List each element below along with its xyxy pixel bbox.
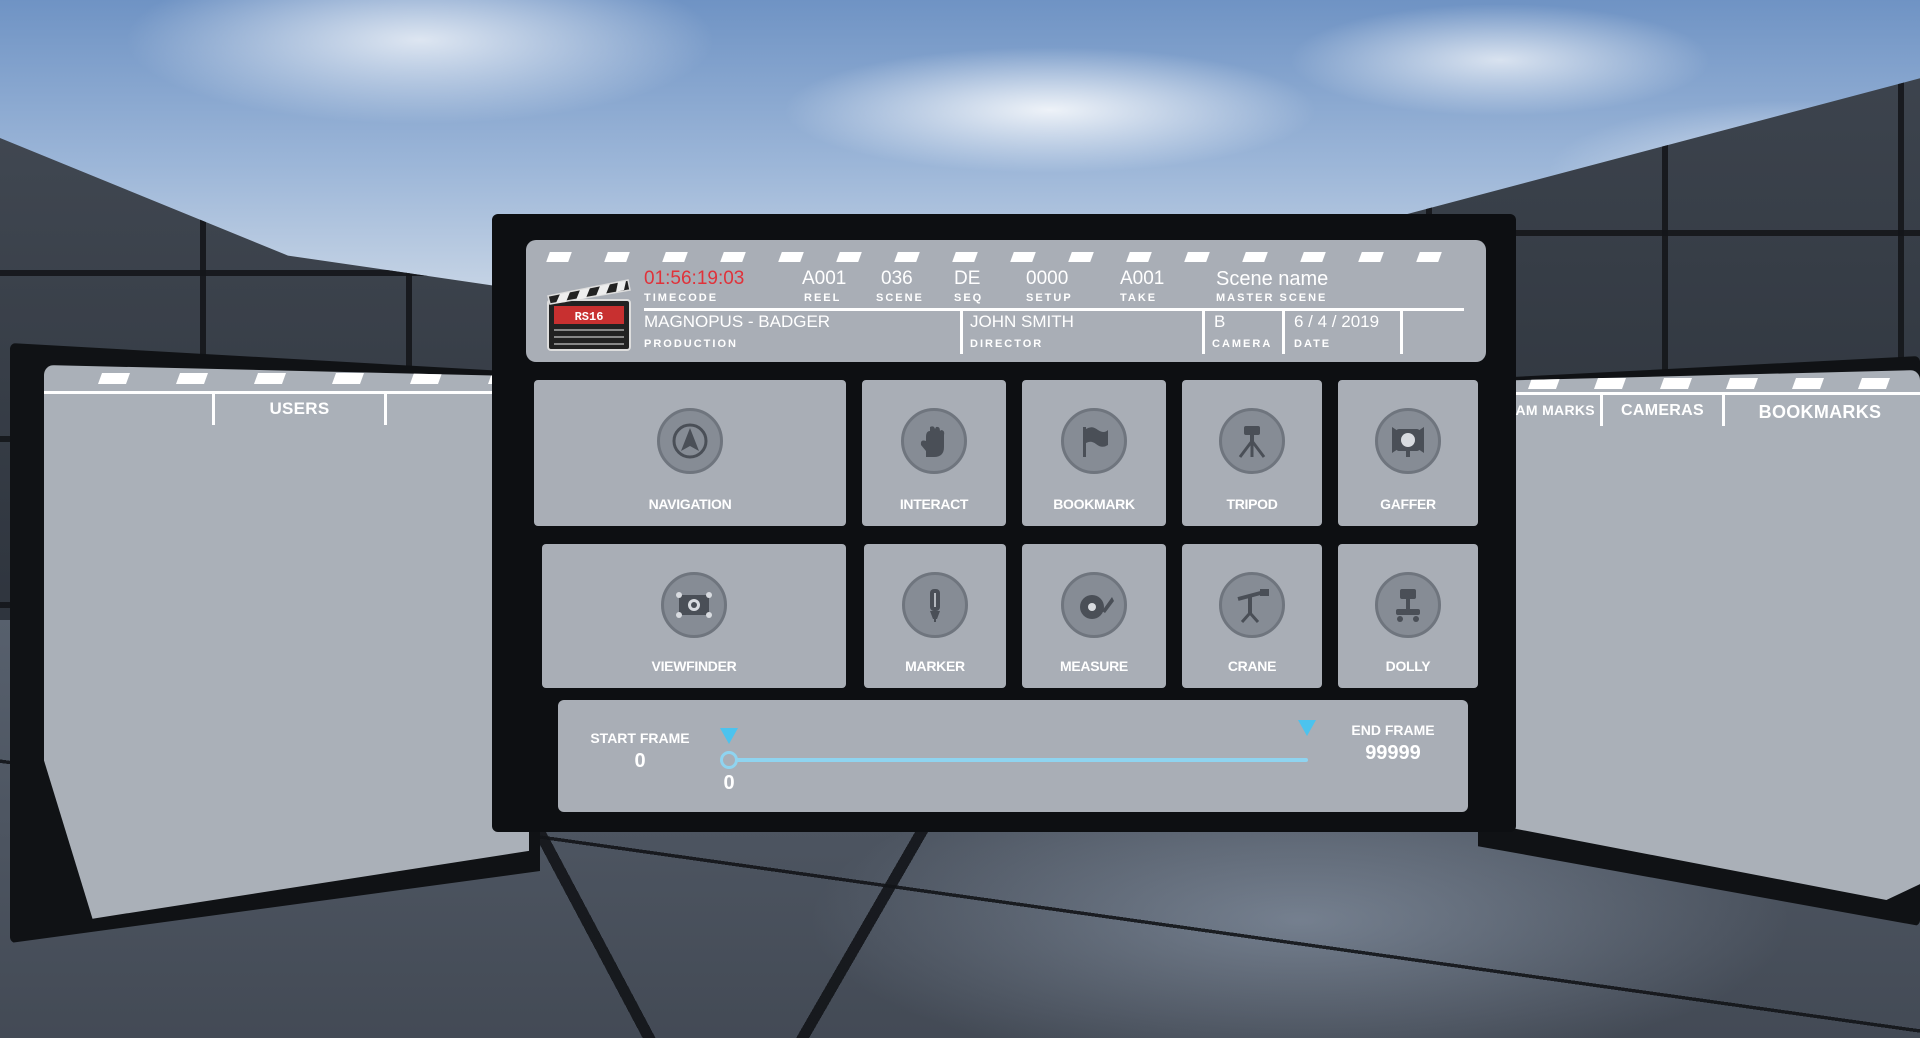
start-marker[interactable] <box>720 728 738 744</box>
date-value[interactable]: 6 / 4 / 2019 <box>1294 312 1379 332</box>
scene-name-label: MASTER SCENE <box>1216 292 1328 304</box>
tab-bookmarks[interactable]: BOOKMARKS <box>1725 402 1915 423</box>
flag-icon <box>1061 408 1127 474</box>
clapper-stripes <box>44 373 529 385</box>
frame-timeline: START FRAME 0 0 END FRAME 99999 <box>558 700 1468 812</box>
gaffer-button[interactable]: GAFFER <box>1338 380 1478 526</box>
users-panel-surface: USERS <box>44 365 529 919</box>
dolly-button[interactable]: DOLLY <box>1338 544 1478 688</box>
tab-users[interactable]: USERS <box>215 399 384 419</box>
slate-rule <box>644 308 1464 311</box>
bookmark-button[interactable]: BOOKMARK <box>1022 380 1166 526</box>
lists-panel-surface: CAM MARKS CAMERAS BOOKMARKS <box>1500 370 1920 900</box>
production-value[interactable]: MAGNOPUS - BADGER <box>644 312 830 332</box>
timecode-value: 01:56:19:03 <box>644 268 745 289</box>
marker-button[interactable]: MARKER <box>864 544 1006 688</box>
users-panel-header: USERS <box>44 365 529 425</box>
header-rule <box>1500 392 1920 395</box>
lists-panel-header: CAM MARKS CAMERAS BOOKMARKS <box>1500 370 1920 430</box>
slate-header: RS16 01:56:19:03 TIMECODE A001 REEL 036 … <box>526 240 1486 362</box>
interact-button[interactable]: INTERACT <box>862 380 1006 526</box>
end-marker[interactable] <box>1298 720 1316 736</box>
tape-measure-icon <box>1061 572 1127 638</box>
scene-name-value[interactable]: Scene name <box>1216 268 1328 291</box>
tripod-button[interactable]: TRIPOD <box>1182 380 1322 526</box>
take-value[interactable]: A001 <box>1120 268 1164 290</box>
timeline-track[interactable] <box>728 758 1308 762</box>
start-frame-value[interactable]: 0 <box>580 750 700 773</box>
measure-button[interactable]: MEASURE <box>1022 544 1166 688</box>
viewfinder-button[interactable]: VIEWFINDER <box>542 544 846 688</box>
dolly-icon <box>1375 572 1441 638</box>
marker-pen-icon <box>902 572 968 638</box>
director-value[interactable]: JOHN SMITH <box>970 312 1074 332</box>
reel-value[interactable]: A001 <box>802 268 846 290</box>
director-label: DIRECTOR <box>970 338 1044 350</box>
setup-value[interactable]: 0000 <box>1026 268 1068 290</box>
tab-cameras[interactable]: CAMERAS <box>1603 402 1722 420</box>
clapper-stripes <box>526 248 1486 262</box>
crane-icon <box>1219 572 1285 638</box>
main-slate-board: RS16 01:56:19:03 TIMECODE A001 REEL 036 … <box>492 214 1516 832</box>
camera-value[interactable]: B <box>1214 312 1225 332</box>
seq-value[interactable]: DE <box>954 268 980 290</box>
scene-label: SCENE <box>876 292 924 304</box>
light-icon <box>1375 408 1441 474</box>
start-frame-label: START FRAME <box>590 730 690 746</box>
clapper-stripes <box>1500 378 1920 390</box>
tripod-icon <box>1219 408 1285 474</box>
navigation-button[interactable]: NAVIGATION <box>534 380 846 526</box>
end-frame-label: END FRAME <box>1351 722 1435 738</box>
reel-label: REEL <box>804 292 842 304</box>
viewfinder-icon <box>661 572 727 638</box>
glove-hand-icon <box>901 408 967 474</box>
date-label: DATE <box>1294 338 1332 350</box>
svg-text:RS16: RS16 <box>575 310 604 324</box>
header-rule <box>44 391 529 394</box>
seq-label: SEQ <box>954 292 984 304</box>
crane-button[interactable]: CRANE <box>1182 544 1322 688</box>
navigation-arrow-icon <box>657 408 723 474</box>
lists-panel: CAM MARKS CAMERAS BOOKMARKS <box>1478 356 1920 926</box>
clapperboard-icon: RS16 <box>544 274 634 354</box>
camera-label: CAMERA <box>1212 338 1273 350</box>
timecode-label: TIMECODE <box>644 292 719 304</box>
take-label: TAKE <box>1120 292 1158 304</box>
setup-label: SETUP <box>1026 292 1073 304</box>
end-frame-value[interactable]: 99999 <box>1328 742 1458 765</box>
scene-value[interactable]: 036 <box>881 268 913 290</box>
users-panel: USERS <box>10 343 540 943</box>
current-frame-value: 0 <box>723 772 735 794</box>
production-label: PRODUCTION <box>644 338 738 350</box>
playhead-handle[interactable] <box>720 751 738 769</box>
